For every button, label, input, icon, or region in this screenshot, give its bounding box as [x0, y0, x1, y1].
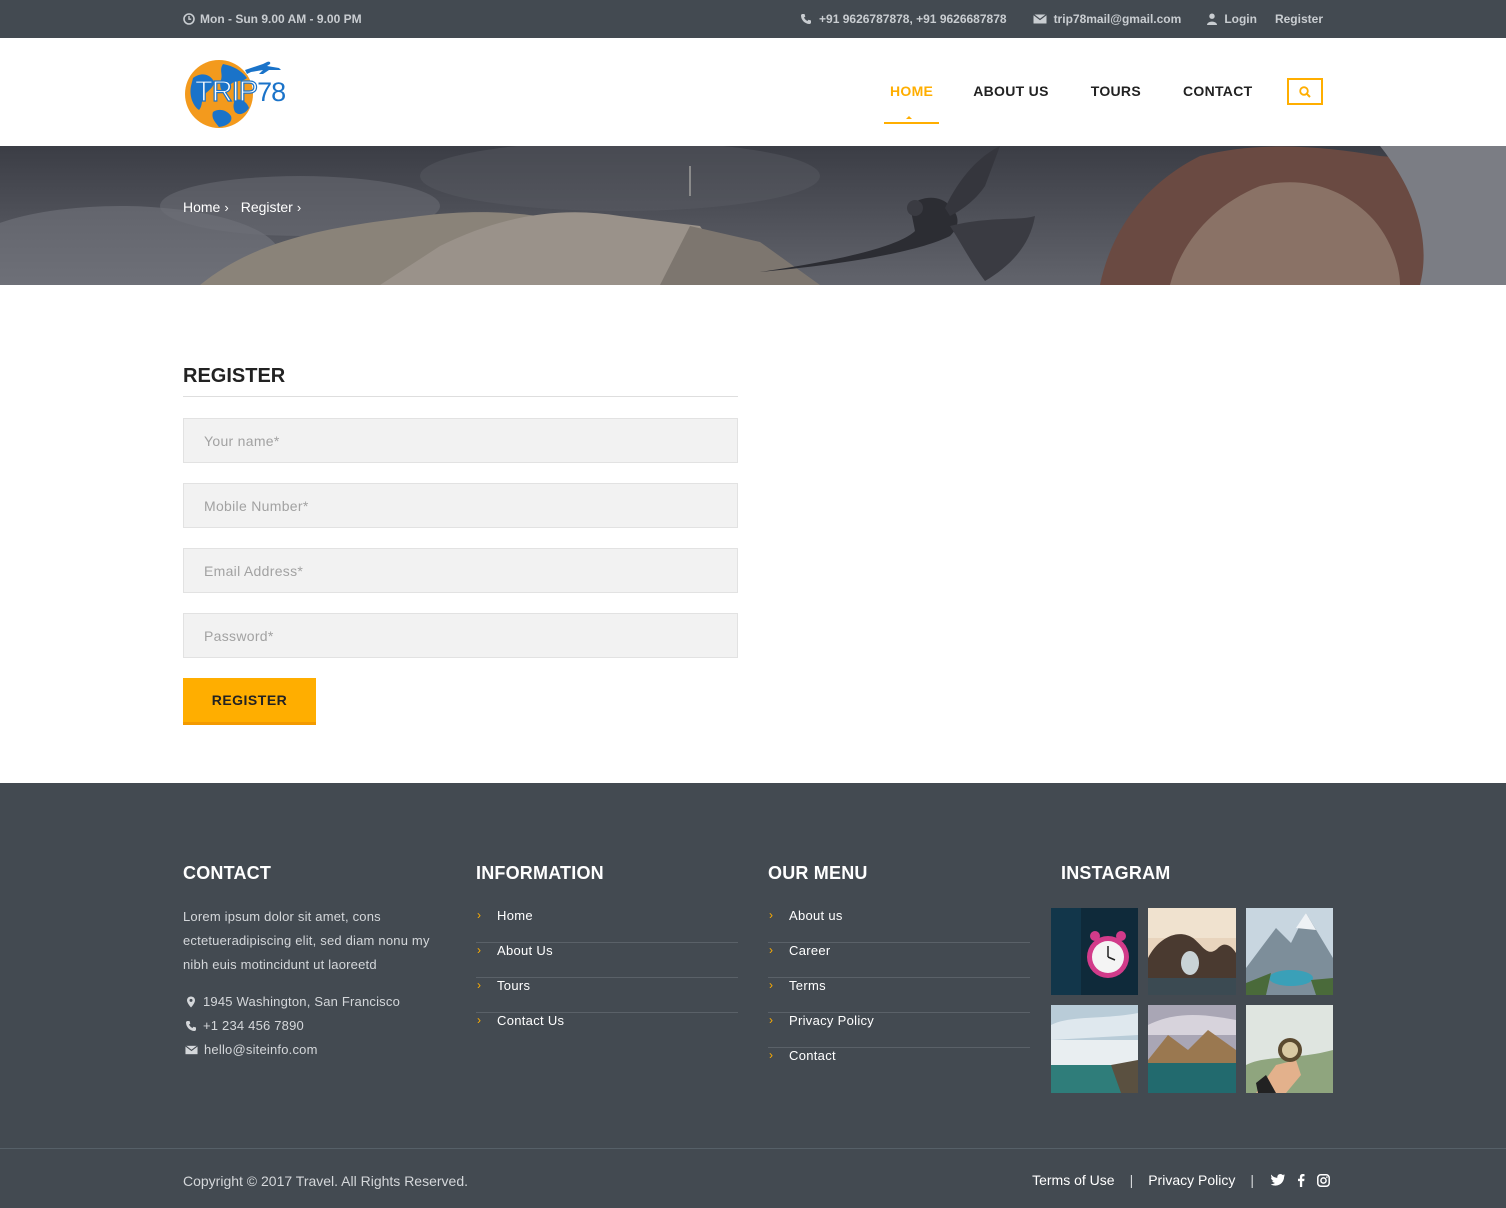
instagram-photo-compass-hand[interactable] [1246, 1005, 1333, 1093]
terms-link[interactable]: Terms of Use [1032, 1172, 1114, 1188]
page-banner: Home › Register › [0, 146, 1506, 285]
footer-menu-item[interactable]: › Contact [768, 1048, 1030, 1083]
footer-menu-item[interactable]: › Career [768, 943, 1030, 978]
register-submit-button[interactable]: REGISTER [183, 678, 316, 725]
facebook-icon[interactable] [1297, 1173, 1305, 1187]
footer-menu-item[interactable]: › About us [768, 908, 1030, 943]
footer-contact-text: Lorem ipsum dolor sit amet, cons ectetue… [183, 909, 430, 972]
logo-number: 78 [257, 77, 286, 107]
opening-hours: Mon - Sun 9.00 AM - 9.00 PM [183, 12, 362, 26]
chevron-right-icon: › [477, 943, 482, 957]
banner-background-image [0, 146, 1506, 285]
footer-info-item[interactable]: › Tours [476, 978, 738, 1013]
chevron-right-icon: › [477, 908, 482, 922]
top-bar: Mon - Sun 9.00 AM - 9.00 PM +91 96267878… [0, 0, 1506, 38]
email-address[interactable]: trip78mail@gmail.com [1054, 12, 1182, 26]
nav-about-us[interactable]: ABOUT US [973, 38, 1049, 146]
instagram-photo-waterfall[interactable] [1051, 1005, 1138, 1093]
heading-divider [183, 396, 738, 397]
login-label[interactable]: Login [1224, 12, 1257, 26]
search-icon [1299, 85, 1311, 98]
login-link[interactable]: Login [1207, 12, 1257, 26]
email-input[interactable] [183, 548, 738, 593]
twitter-icon[interactable] [1271, 1174, 1285, 1186]
chevron-right-icon: › [769, 1048, 774, 1062]
logo-text: TRIP [194, 75, 258, 108]
footer-divider [0, 1148, 1506, 1149]
chevron-right-icon: › [769, 943, 774, 957]
hours-text: Mon - Sun 9.00 AM - 9.00 PM [200, 12, 362, 26]
instagram-icon[interactable] [1317, 1173, 1330, 1187]
footer-menu-item[interactable]: › Terms [768, 978, 1030, 1013]
breadcrumb-current: Register [240, 199, 293, 215]
breadcrumb-home[interactable]: Home [183, 199, 220, 215]
phone-icon [186, 1020, 196, 1031]
footer-information-list: › Home › About Us › Tours › Contact Us [476, 908, 738, 1048]
nav-active-caret [906, 116, 912, 119]
link-separator: | [1129, 1172, 1134, 1188]
user-icon [1207, 13, 1218, 25]
social-links [1271, 1173, 1330, 1187]
phone-icon [801, 14, 812, 24]
email-info: trip78mail@gmail.com [1032, 12, 1182, 26]
phone-numbers: +91 9626787878, +91 9626687878 [819, 12, 1007, 26]
footer-info-item[interactable]: › Home [476, 908, 738, 943]
mobile-input[interactable] [183, 483, 738, 528]
nav-home[interactable]: HOME [884, 38, 940, 124]
footer-info-item[interactable]: › About Us [476, 943, 738, 978]
footer-address: 1945 Washington, San Francisco [185, 994, 400, 1009]
footer-contact-title: CONTACT [183, 863, 272, 883]
instagram-photo-mountain-lake[interactable] [1246, 908, 1333, 995]
chevron-right-icon: › [477, 978, 482, 992]
chevron-right-icon: › [769, 978, 774, 992]
link-separator: | [1250, 1172, 1254, 1188]
register-label[interactable]: Register [1275, 12, 1323, 26]
envelope-icon [1032, 14, 1047, 24]
search-button[interactable] [1287, 78, 1323, 105]
phone-text: +1 234 456 7890 [203, 1018, 304, 1033]
copyright-text: Copyright © 2017 Travel. All Rights Rese… [183, 1173, 469, 1189]
breadcrumb-chevron-icon: › [296, 199, 302, 215]
name-input[interactable] [183, 418, 738, 463]
register-link[interactable]: Register [1275, 12, 1323, 26]
instagram-photo-rock-arch[interactable] [1148, 908, 1236, 995]
chevron-right-icon: › [477, 1013, 482, 1027]
footer-info-item[interactable]: › Contact Us [476, 1013, 738, 1048]
instagram-photo-lake-mountains[interactable] [1148, 1005, 1236, 1093]
footer-menu-title: OUR MENU [768, 863, 868, 883]
chevron-right-icon: › [769, 1013, 774, 1027]
footer-email: hello@siteinfo.com [185, 1042, 318, 1057]
breadcrumb: Home › Register › [183, 199, 309, 215]
footer-information-title: INFORMATION [476, 863, 604, 883]
main-nav: HOME ABOUT US TOURS CONTACT [884, 38, 1252, 146]
footer-instagram-title: INSTAGRAM [1061, 863, 1171, 883]
phone-info: +91 9626787878, +91 9626687878 [800, 12, 1007, 26]
chevron-right-icon: › [769, 908, 774, 922]
clock-icon [183, 13, 195, 25]
nav-contact[interactable]: CONTACT [1183, 38, 1253, 146]
privacy-link[interactable]: Privacy Policy [1148, 1172, 1235, 1188]
register-heading: REGISTER [183, 365, 286, 387]
instagram-photo-alarm-clock[interactable] [1051, 908, 1138, 995]
site-header: TRIP78 HOME ABOUT US TOURS CONTACT [0, 38, 1506, 146]
password-input[interactable] [183, 613, 738, 658]
footer-phone: +1 234 456 7890 [185, 1018, 304, 1033]
breadcrumb-chevron-icon: › [224, 199, 229, 215]
footer-menu-item[interactable]: › Privacy Policy [768, 1013, 1030, 1048]
address-text: 1945 Washington, San Francisco [203, 994, 401, 1009]
map-marker-icon [187, 996, 195, 1007]
envelope-icon [185, 1044, 198, 1054]
footer-bottom-links: Terms of Use | Privacy Policy | [1032, 1172, 1330, 1188]
instagram-grid [1051, 908, 1333, 1093]
footer-menu-list: › About us › Career › Terms › Privacy Policy… [768, 908, 1030, 1083]
site-logo[interactable]: TRIP78 [183, 56, 286, 130]
nav-tours[interactable]: TOURS [1091, 38, 1141, 146]
site-footer: CONTACT Lorem ipsum dolor sit amet, cons… [0, 783, 1506, 1208]
email-text[interactable]: hello@siteinfo.com [204, 1042, 318, 1057]
